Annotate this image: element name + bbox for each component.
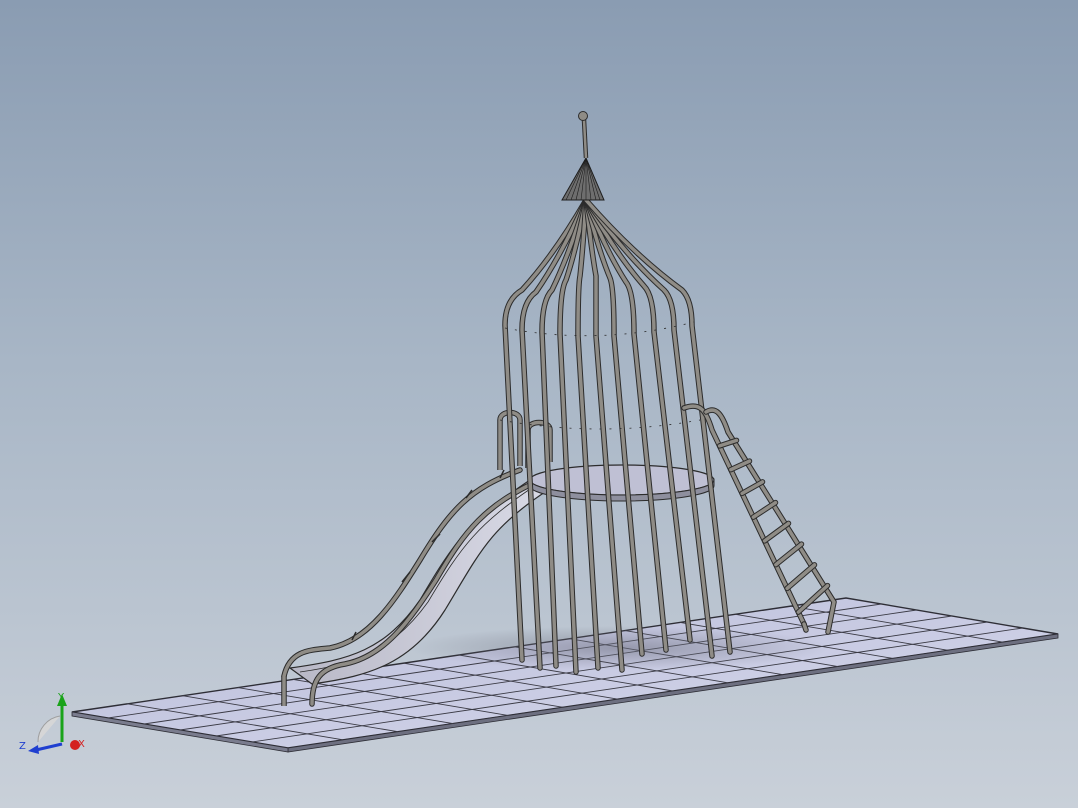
3d-model-scene[interactable]: Y Z X	[0, 0, 1078, 808]
rocket-cage[interactable]	[499, 197, 733, 675]
cage-ring	[504, 321, 695, 337]
nose-cone[interactable]	[561, 156, 605, 201]
antenna	[578, 111, 589, 159]
triad-y-label: Y	[57, 692, 65, 703]
triad-z-label: Z	[19, 741, 26, 752]
triad-x-label: X	[78, 739, 85, 750]
platform[interactable]	[529, 464, 715, 502]
z-axis-arrow	[35, 742, 63, 752]
ladder-foot-fill	[802, 622, 808, 632]
z-axis-arrowhead	[28, 745, 39, 754]
ladder-rung-fill	[774, 542, 804, 567]
ground-grid	[71, 597, 1059, 753]
ladder-rung-fill	[762, 521, 791, 543]
view-orientation-triad[interactable]: Y Z X	[19, 692, 85, 754]
ladder-rung-fill	[751, 500, 778, 519]
graphics-viewport[interactable]: Y Z X	[0, 0, 1078, 808]
ladder-rung-fill	[785, 563, 817, 591]
